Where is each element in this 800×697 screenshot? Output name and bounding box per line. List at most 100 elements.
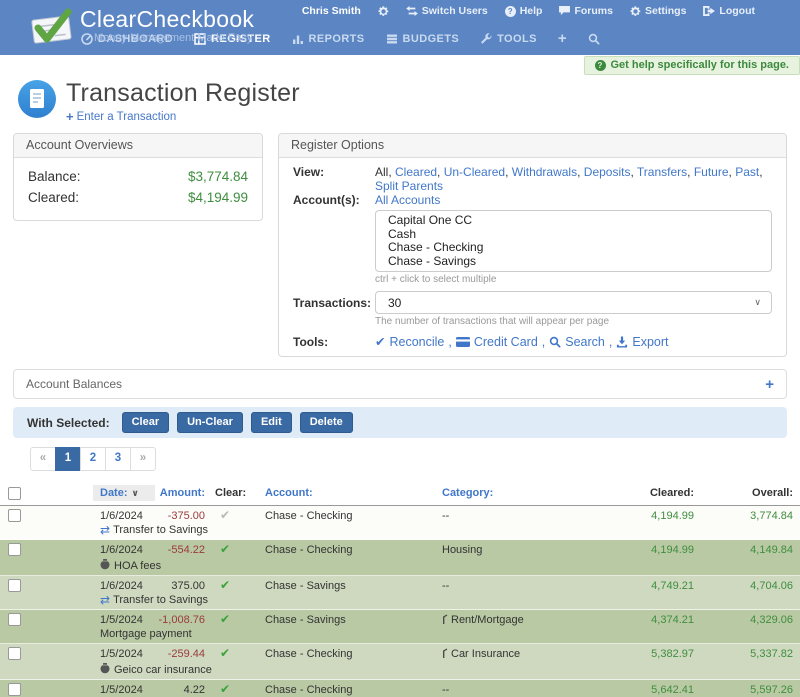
view-link-split-parents[interactable]: Split Parents — [375, 179, 443, 193]
speech-bubble-icon — [559, 6, 570, 16]
brand-logo[interactable]: ClearCheckbook Money Management Made Eas… — [28, 6, 254, 48]
transaction-account: Chase - Savings — [250, 576, 440, 596]
row-checkbox[interactable] — [8, 579, 21, 592]
view-link-cleared[interactable]: Cleared — [395, 165, 437, 179]
user-gear-icon[interactable] — [378, 6, 389, 17]
cleared-check-icon[interactable]: ✔ — [220, 646, 230, 660]
account-option-cash[interactable]: Cash — [376, 227, 771, 241]
memo-text: Geico car insurance — [114, 664, 212, 676]
nav-search-button[interactable] — [588, 33, 600, 45]
transactions-per-page-select[interactable]: 30 ∨ — [375, 291, 772, 314]
jar-icon — [100, 559, 110, 570]
nav-add-button[interactable]: + — [558, 30, 567, 47]
transactions-hint: The number of transactions that will app… — [375, 316, 772, 327]
cleared-check-icon[interactable]: ✔ — [220, 578, 230, 592]
nav-reports[interactable]: REPORTS — [292, 33, 365, 45]
nav-tools[interactable]: TOOLS — [480, 33, 537, 45]
accounts-label: Account(s): — [293, 193, 375, 207]
logout-link[interactable]: Logout — [703, 5, 755, 17]
clear-selected-button[interactable]: Clear — [122, 412, 170, 433]
page-2-button[interactable]: 2 — [80, 447, 106, 471]
account-option-chase-checking[interactable]: Chase - Checking — [376, 240, 771, 254]
view-link-transfers[interactable]: Transfers — [637, 165, 687, 179]
transaction-account: Chase - Checking — [250, 644, 440, 664]
select-all-checkbox[interactable] — [8, 487, 21, 500]
register-page-icon — [18, 80, 56, 118]
account-sort-header[interactable]: Account: — [250, 482, 440, 506]
register-options-panel: Register Options View: All, Cleared, Un-… — [278, 133, 787, 357]
view-current-filter[interactable]: All — [375, 165, 388, 179]
transaction-account: Chase - Checking — [250, 680, 440, 697]
transaction-row[interactable]: 1/5/2024 -1,008.76 ✔ Chase - Savings Ren… — [0, 610, 800, 630]
bar-chart-icon — [292, 33, 304, 45]
reconcile-link[interactable]: ✔ Reconcile — [375, 334, 444, 349]
account-balances-toggle[interactable]: Account Balances + — [13, 369, 787, 399]
memo-text: Transfer to Savings — [113, 524, 208, 536]
transaction-amount: -554.22 — [150, 540, 207, 560]
page-next-button[interactable]: » — [130, 447, 156, 471]
accounts-multiselect[interactable]: Capital One CCCashChase - CheckingChase … — [375, 210, 772, 272]
row-checkbox[interactable] — [8, 543, 21, 556]
cleared-check-icon[interactable]: ✔ — [220, 682, 230, 696]
row-checkbox[interactable] — [8, 509, 21, 522]
category-sort-header[interactable]: Category: — [440, 482, 600, 506]
page-1-button[interactable]: 1 — [55, 447, 81, 471]
with-selected-bar: With Selected: Clear Un-Clear Edit Delete — [13, 407, 787, 438]
row-checkbox[interactable] — [8, 683, 21, 696]
search-link[interactable]: Search — [549, 335, 605, 349]
transaction-row[interactable]: 1/6/2024 375.00 ✔ Chase - Savings -- 4,7… — [0, 576, 800, 596]
view-link-deposits[interactable]: Deposits — [584, 165, 631, 179]
view-link-un-cleared[interactable]: Un-Cleared — [444, 165, 505, 179]
help-link[interactable]: ? Help — [505, 5, 543, 17]
view-link-past[interactable]: Past — [735, 165, 759, 179]
row-checkbox[interactable] — [8, 613, 21, 626]
row-checkbox[interactable] — [8, 647, 21, 660]
view-link-future[interactable]: Future — [694, 165, 729, 179]
all-accounts-link[interactable]: All Accounts — [375, 193, 440, 207]
switch-users-link[interactable]: Switch Users — [406, 5, 488, 17]
with-selected-label: With Selected: — [27, 416, 110, 430]
memo-text: Transfer to Savings — [113, 594, 208, 606]
transaction-account: Chase - Savings — [250, 610, 440, 630]
transaction-row[interactable]: 1/5/2024 4.22 ✔ Chase - Checking -- 5,64… — [0, 680, 800, 697]
settings-link[interactable]: Settings — [630, 5, 686, 17]
view-link-withdrawals[interactable]: Withdrawals — [512, 165, 577, 179]
page-prev-button[interactable]: « — [30, 447, 56, 471]
credit-card-link[interactable]: Credit Card — [456, 335, 538, 349]
cleared-balance: 4,194.99 — [600, 506, 700, 526]
account-balances-title: Account Balances — [26, 377, 122, 391]
question-circle-icon: ? — [595, 60, 606, 71]
transaction-row[interactable]: 1/6/2024 -554.22 ✔ Chase - Checking Hous… — [0, 540, 800, 560]
forums-link[interactable]: Forums — [559, 5, 613, 17]
edit-selected-button[interactable]: Edit — [251, 412, 292, 433]
page-help-banner[interactable]: ? Get help specifically for this page. — [584, 56, 800, 75]
current-user[interactable]: Chris Smith — [302, 5, 361, 17]
cleared-label: Cleared: — [28, 187, 79, 208]
amount-sort-header[interactable]: Amount: — [150, 482, 207, 506]
page-3-button[interactable]: 3 — [105, 447, 131, 471]
transaction-category: -- — [440, 506, 600, 526]
transactions-tbody: 1/6/2024 -375.00 ✔ Chase - Checking -- 4… — [0, 506, 800, 697]
cleared-balance: 5,382.97 — [600, 644, 700, 664]
account-option-chase-savings[interactable]: Chase - Savings — [376, 254, 771, 268]
transaction-amount: -375.00 — [150, 506, 207, 526]
cleared-check-icon[interactable]: ✔ — [220, 542, 230, 556]
transaction-row[interactable]: 1/5/2024 -259.44 ✔ Chase - Checking Car … — [0, 644, 800, 664]
account-option-capital-one-cc[interactable]: Capital One CC — [376, 213, 771, 227]
expand-plus-icon[interactable]: + — [765, 376, 774, 393]
export-link[interactable]: Export — [616, 335, 668, 349]
un-clear-selected-button[interactable]: Un-Clear — [177, 412, 243, 433]
date-sort-header[interactable]: Date:∨ — [93, 485, 155, 501]
transaction-row[interactable]: 1/6/2024 -375.00 ✔ Chase - Checking -- 4… — [0, 506, 800, 526]
download-icon — [616, 336, 628, 348]
chevron-down-icon: ∨ — [132, 488, 139, 498]
cleared-check-icon[interactable]: ✔ — [220, 508, 230, 522]
enter-transaction-link[interactable]: + Enter a Transaction — [66, 109, 176, 124]
transaction-amount: -259.44 — [150, 644, 207, 664]
cleared-row: Cleared: $4,194.99 — [28, 187, 248, 208]
cleared-check-icon[interactable]: ✔ — [220, 612, 230, 626]
nav-budgets[interactable]: BUDGETS — [386, 33, 460, 45]
transaction-amount: 375.00 — [150, 576, 207, 596]
layers-icon — [386, 33, 398, 45]
delete-selected-button[interactable]: Delete — [300, 412, 353, 433]
